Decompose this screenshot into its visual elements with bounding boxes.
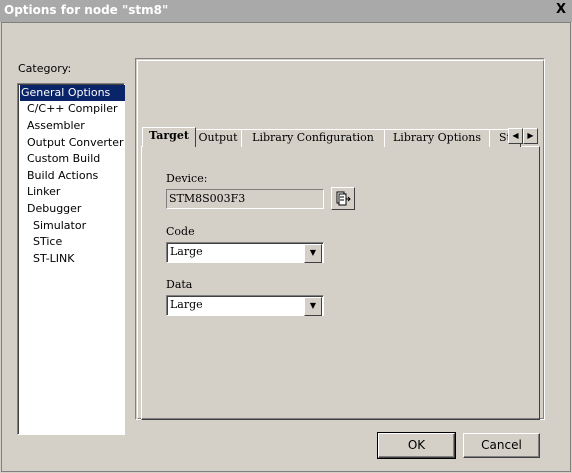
- category-item-linker[interactable]: Linker: [20, 184, 131, 200]
- tab-library-options[interactable]: Library Options: [384, 129, 490, 147]
- category-item-output-converter[interactable]: Output Converter: [20, 135, 131, 151]
- tab-target[interactable]: Target: [142, 127, 196, 147]
- data-dropdown-value: Large: [170, 298, 203, 311]
- cancel-button[interactable]: Cancel: [463, 433, 540, 458]
- device-select-icon: [336, 191, 351, 206]
- category-item-stice[interactable]: STice: [20, 234, 137, 250]
- code-dropdown-value: Large: [170, 245, 203, 258]
- tab-scroll-left-button[interactable]: ◀: [508, 128, 523, 144]
- code-dropdown-arrow-icon[interactable]: ▼: [304, 244, 322, 263]
- category-list[interactable]: General Options C/C++ Compiler Assembler…: [17, 83, 125, 435]
- category-item-c-cpp-compiler[interactable]: C/C++ Compiler: [20, 101, 131, 117]
- category-item-debugger[interactable]: Debugger: [20, 201, 131, 217]
- category-item-general-options[interactable]: General Options: [20, 85, 125, 101]
- category-item-custom-build[interactable]: Custom Build: [20, 151, 131, 167]
- tab-library-configuration[interactable]: Library Configuration: [241, 129, 385, 147]
- data-dropdown-arrow-icon[interactable]: ▼: [304, 297, 322, 316]
- code-dropdown[interactable]: Large ▼: [166, 242, 324, 263]
- category-item-st-link[interactable]: ST-LINK: [20, 251, 137, 267]
- tab-scroll-right-button[interactable]: ▶: [523, 128, 538, 144]
- data-label: Data: [166, 278, 193, 291]
- category-item-assembler[interactable]: Assembler: [20, 118, 131, 134]
- window-title: Options for node "stm8": [4, 3, 169, 17]
- device-label: Device:: [166, 172, 208, 185]
- category-item-simulator[interactable]: Simulator: [20, 218, 137, 234]
- ok-button[interactable]: OK: [377, 432, 456, 459]
- data-dropdown[interactable]: Large ▼: [166, 295, 324, 316]
- category-item-build-actions[interactable]: Build Actions: [20, 168, 131, 184]
- device-select-button[interactable]: [331, 187, 355, 210]
- tab-output[interactable]: Output: [194, 129, 242, 147]
- code-label: Code: [166, 225, 195, 238]
- close-button[interactable]: X: [554, 2, 568, 18]
- device-field[interactable]: STM8S003F3: [166, 189, 324, 209]
- category-label: Category:: [18, 62, 72, 75]
- tab-strip: Target Output Library Configuration Libr…: [140, 127, 540, 147]
